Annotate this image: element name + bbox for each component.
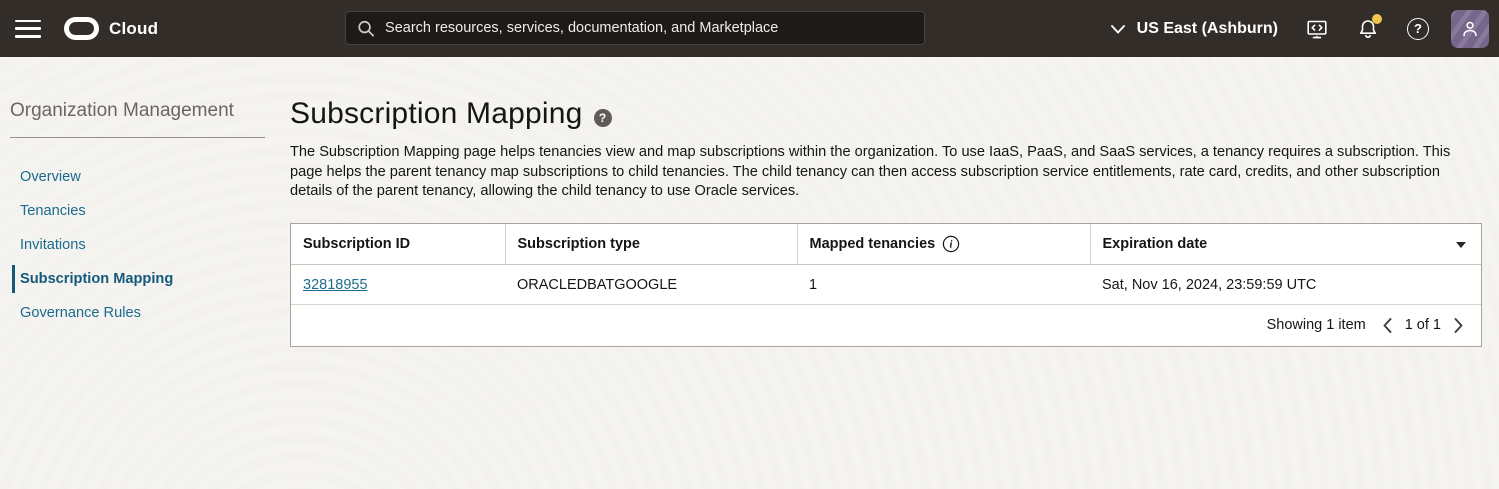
page-indicator: 1 of 1 [1405, 317, 1441, 333]
next-page-icon[interactable] [1451, 315, 1466, 336]
topbar-actions: US East (Ashburn) ? [1110, 0, 1489, 57]
col-header-subscription-type: Subscription type [505, 224, 797, 265]
sidebar-item-overview[interactable]: Overview [0, 160, 265, 194]
col-header-mapped-tenancies: Mapped tenancies i [797, 224, 1090, 265]
region-selector[interactable]: US East (Ashburn) [1110, 20, 1278, 38]
pagination: 1 of 1 [1380, 315, 1466, 336]
devtools-icon[interactable] [1305, 17, 1329, 41]
sidebar: Organization Management Overview Tenanci… [0, 57, 265, 489]
global-search[interactable] [345, 11, 925, 45]
prev-page-icon[interactable] [1380, 315, 1395, 336]
table-header-row: Subscription ID Subscription type Mapped… [291, 224, 1481, 265]
subscription-table: Subscription ID Subscription type Mapped… [290, 223, 1482, 347]
table-row: 32818955 ORACLEDBATGOOGLE 1 Sat, Nov 16,… [291, 265, 1481, 305]
main-content: Subscription Mapping ? The Subscription … [265, 57, 1499, 489]
chevron-down-icon [1110, 23, 1126, 35]
showing-count: Showing 1 item [1267, 317, 1366, 333]
sidebar-title: Organization Management [10, 100, 265, 122]
sidebar-item-invitations[interactable]: Invitations [0, 228, 265, 262]
topbar: Cloud US East (Ashburn) [0, 0, 1499, 57]
notifications-badge [1372, 14, 1382, 24]
oracle-logo-icon [64, 17, 99, 40]
menu-icon[interactable] [15, 20, 41, 38]
brand-label: Cloud [109, 19, 158, 39]
subscription-id-link[interactable]: 32818955 [303, 277, 368, 293]
sidebar-item-governance-rules[interactable]: Governance Rules [0, 296, 265, 330]
sort-caret-icon[interactable] [1456, 242, 1466, 248]
search-icon [357, 19, 375, 38]
region-label: US East (Ashburn) [1137, 20, 1278, 38]
col-header-expiration-date: Expiration date [1090, 224, 1481, 265]
col-header-subscription-id: Subscription ID [291, 224, 505, 265]
help-icon[interactable]: ? [1407, 18, 1429, 40]
cell-subscription-id: 32818955 [291, 265, 505, 305]
page-description: The Subscription Mapping page helps tena… [290, 143, 1464, 202]
sidebar-item-tenancies[interactable]: Tenancies [0, 194, 265, 228]
sidebar-nav: Overview Tenancies Invitations Subscript… [0, 160, 265, 330]
notifications-icon[interactable] [1356, 17, 1380, 41]
cell-subscription-type: ORACLEDBATGOOGLE [505, 265, 797, 305]
sidebar-divider [10, 137, 265, 138]
page-title: Subscription Mapping [290, 97, 583, 131]
svg-text:i: i [950, 239, 953, 250]
page-help-icon[interactable]: ? [594, 109, 612, 127]
person-icon [1459, 18, 1481, 40]
info-icon[interactable]: i [942, 235, 960, 253]
sidebar-item-subscription-mapping[interactable]: Subscription Mapping [0, 262, 265, 296]
cell-expiration-date: Sat, Nov 16, 2024, 23:59:59 UTC [1090, 265, 1481, 305]
table-footer: Showing 1 item 1 of 1 [291, 305, 1481, 346]
cell-mapped-tenancies: 1 [797, 265, 1090, 305]
home-link[interactable]: Cloud [64, 17, 158, 40]
avatar[interactable] [1451, 10, 1489, 48]
search-input[interactable] [385, 20, 913, 36]
page-body: Organization Management Overview Tenanci… [0, 57, 1499, 489]
